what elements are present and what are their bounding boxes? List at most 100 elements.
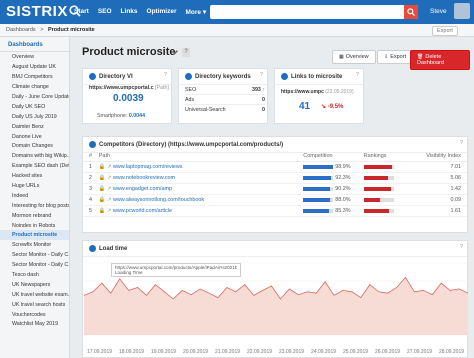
row-path[interactable]: 🔒 ↗ www.notebookreview.com: [99, 175, 304, 181]
delete-dashboard-button[interactable]: 🗑 Delete Dashboard: [410, 50, 470, 70]
sidebar-item[interactable]: Noindex in Robots: [0, 220, 69, 230]
sidebar-item[interactable]: Mormon rebrand: [0, 210, 69, 220]
competitors-rows: 1 🔒 ↗ www.laptopmag.com/reviews 98.9% 7.01 2…: [83, 162, 467, 217]
help-icon[interactable]: ?: [260, 72, 263, 78]
competition-pct: 92.3%: [335, 175, 351, 181]
user-name[interactable]: Steve: [430, 8, 447, 15]
competition-bar: [303, 198, 334, 202]
breadcrumb-separator: >: [40, 27, 44, 33]
sidebar-item[interactable]: BMJ Competitors: [0, 72, 69, 82]
external-link-icon: ↗: [106, 208, 112, 214]
sidebar-item[interactable]: UK travel website exam...: [0, 289, 69, 299]
sidebar-item[interactable]: Tesco dash: [0, 270, 69, 280]
sidebar-item[interactable]: Vouchercodes: [0, 309, 69, 319]
x-axis-label: 27.09.2019: [407, 349, 433, 355]
breadcrumb-bar: Dashboards > Product microsite Export: [0, 24, 474, 37]
col-competition: Competition: [303, 153, 333, 159]
sidebar-item[interactable]: Daily US July 2019: [0, 111, 69, 121]
card-title: Load time: [99, 246, 128, 253]
sidebar-item[interactable]: UK travel search hosts: [0, 299, 69, 309]
rankings-bar-fill: [363, 198, 381, 202]
kw-label: SEO: [185, 86, 197, 93]
help-badge[interactable]: ?: [182, 48, 190, 57]
sidebar-item[interactable]: Sector Monitor - Daily C...: [0, 250, 69, 260]
help-icon[interactable]: ?: [164, 72, 167, 78]
row-vi: 1.42: [450, 186, 461, 192]
nav-start[interactable]: Start: [74, 8, 89, 16]
export-button[interactable]: ⇩ Export: [377, 50, 414, 64]
x-axis-label: 26.09.2019: [375, 349, 401, 355]
search-button[interactable]: [404, 5, 418, 19]
sidebar-item[interactable]: Example SEO dash (Det...: [0, 161, 69, 171]
table-row[interactable]: 3 🔒 ↗ www.engadget.com/amp 90.2% 1.42: [83, 184, 467, 195]
nav-optimizer[interactable]: Optimizer: [147, 8, 177, 16]
sidebar-item[interactable]: Domains with big Wikip...: [0, 151, 69, 161]
rankings-bar-fill: [363, 165, 393, 169]
export-top-button[interactable]: Export: [432, 26, 458, 36]
sidebar-item[interactable]: Indeed: [0, 190, 69, 200]
links-url: https://www.umpc (22.05.2019): [281, 89, 354, 95]
row-path[interactable]: 🔒 ↗ www.engadget.com/amp: [99, 186, 304, 192]
rankings-bar: [363, 165, 394, 169]
row-path[interactable]: 🔒 ↗ www.alwaysonnotlong.com/touchbook: [99, 197, 304, 203]
sidebar-item[interactable]: Interesting for blog posts: [0, 200, 69, 210]
keyword-row-seo[interactable]: SEO 393 ↑: [185, 85, 265, 95]
chart-icon: [185, 73, 192, 80]
row-num: 1: [89, 164, 92, 170]
sidebar-item[interactable]: Daimler Benz: [0, 121, 69, 131]
keyword-row-universal[interactable]: Universal-Search 0: [185, 105, 265, 114]
kw-value: 393: [252, 86, 261, 93]
sidebar-item[interactable]: Climate change: [0, 82, 69, 92]
x-axis-label: 24.09.2019: [311, 349, 337, 355]
nav-more[interactable]: More ▾: [186, 8, 207, 16]
links-card: Links to microsite ? https://www.umpc (2…: [274, 68, 364, 124]
table-row[interactable]: 5 🔒 ↗ www.pcworld.com/article 85.3% 1.61: [83, 206, 467, 217]
chart-icon: [89, 73, 96, 80]
sidebar-item[interactable]: Sector Monitor - Daily C...: [0, 260, 69, 270]
pencil-icon[interactable]: [172, 49, 179, 56]
nav-links[interactable]: Links: [121, 8, 138, 16]
sidebar-item[interactable]: Screwfix Monitor: [0, 240, 69, 250]
card-title: Links to microsite: [291, 74, 343, 81]
sidebar-item[interactable]: Watchlist May 2019: [0, 319, 69, 329]
overview-button[interactable]: ▦ Overview: [332, 50, 376, 64]
sidebar-item[interactable]: Domain Changes: [0, 141, 69, 151]
x-axis-label: 21.09.2019: [215, 349, 241, 355]
table-row[interactable]: 2 🔒 ↗ www.notebookreview.com 92.3% 5.06: [83, 173, 467, 184]
sistrix-logo[interactable]: SISTRIX: [6, 3, 81, 20]
table-row[interactable]: 4 🔒 ↗ www.alwaysonnotlong.com/touchbook 88…: [83, 195, 467, 206]
search-input[interactable]: [210, 5, 418, 19]
table-row[interactable]: 1 🔒 ↗ www.laptopmag.com/reviews 98.9% 7.01: [83, 162, 467, 173]
download-icon: ⇩: [384, 54, 389, 60]
competition-bar-fill: [303, 176, 331, 180]
sidebar-item[interactable]: Daily UK SEO: [0, 101, 69, 111]
sidebar-list: Overview August Update UK BMJ Competitors C…: [0, 52, 69, 329]
top-navigation-bar: SISTRIX Start SEO Links Optimizer More ▾…: [0, 0, 474, 24]
sidebar-item[interactable]: August Update UK: [0, 62, 69, 72]
row-rankings: [363, 198, 422, 202]
sidebar-item[interactable]: Product microsite: [0, 230, 69, 240]
lock-icon: 🔒: [98, 186, 106, 192]
sidebar-item[interactable]: Hacked sites: [0, 171, 69, 181]
breadcrumb-dashboards[interactable]: Dashboards: [6, 27, 36, 33]
card-title: Directory keywords: [195, 74, 251, 81]
nav-seo[interactable]: SEO: [98, 8, 112, 16]
row-path[interactable]: 🔒 ↗ www.pcworld.com/article: [99, 208, 304, 214]
help-icon[interactable]: ?: [460, 140, 463, 146]
external-link-icon: ↗: [106, 197, 112, 203]
row-competition: 88.0%: [303, 197, 363, 203]
col-rankings: Rankings: [363, 153, 387, 159]
avatar[interactable]: [454, 3, 470, 19]
col-path: Path: [98, 153, 111, 159]
kw-value: 0: [262, 96, 265, 103]
help-icon[interactable]: ?: [356, 72, 359, 78]
sidebar-title: Dashboards: [0, 37, 69, 52]
sidebar-item[interactable]: Danone Live: [0, 131, 69, 141]
sidebar-item[interactable]: Daily - June Core Update: [0, 92, 69, 102]
keyword-row-ads[interactable]: Ads 0: [185, 95, 265, 105]
sidebar-item[interactable]: Overview: [0, 52, 69, 62]
sidebar-item[interactable]: UK Newspapers: [0, 279, 69, 289]
row-path[interactable]: 🔒 ↗ www.laptopmag.com/reviews: [99, 164, 304, 170]
sidebar-item[interactable]: Huge URLs: [0, 181, 69, 191]
help-icon[interactable]: ?: [460, 244, 463, 250]
